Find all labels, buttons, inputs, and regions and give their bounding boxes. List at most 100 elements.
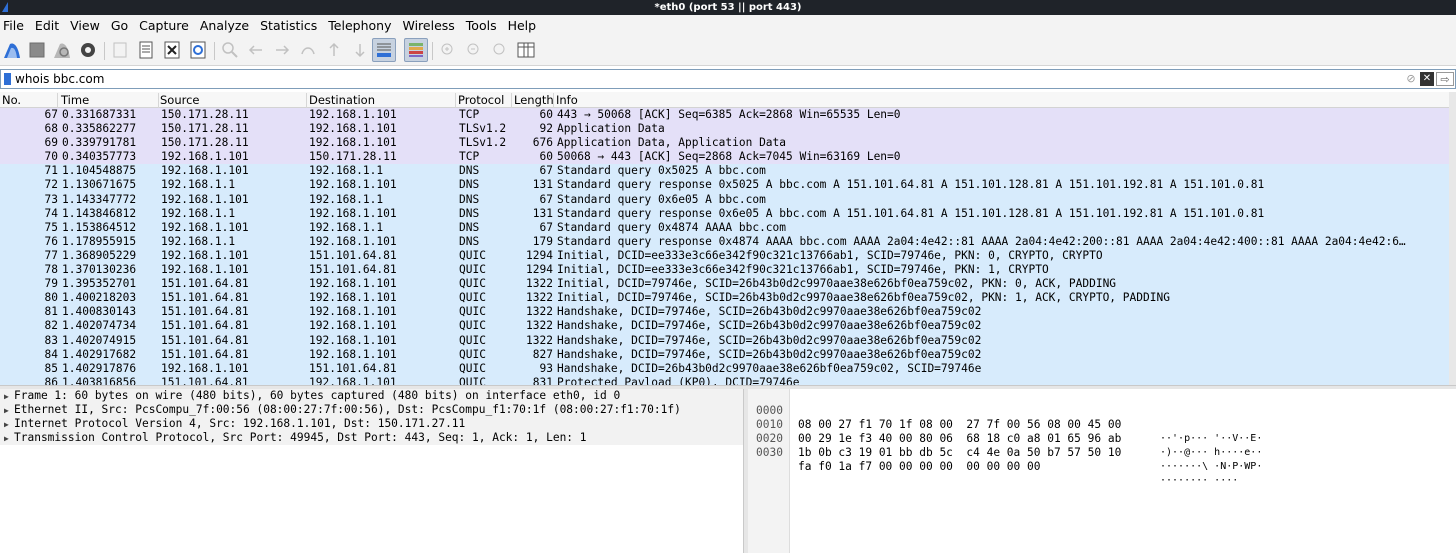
packet-row[interactable]: 68 0.335862277 150.171.28.11 192.168.1.101 T…: [0, 122, 1456, 137]
packet-bytes-pane: 0000 08 00 27 f1 70 1f 08 00 27 7f 00 56…: [748, 389, 1456, 553]
packet-protocol-cell: QUIC: [459, 263, 486, 277]
save-file-icon[interactable]: [136, 40, 156, 60]
packet-info-cell: Handshake, DCID=79746e, SCID=26b43b0d2c9…: [557, 305, 982, 319]
menu-file[interactable]: File: [3, 18, 24, 33]
autoscroll-icon[interactable]: [372, 38, 396, 62]
packet-row[interactable]: 69 0.339791781 150.171.28.11 192.168.1.101 T…: [0, 136, 1456, 151]
packet-protocol-cell: QUIC: [459, 277, 486, 291]
bookmark-icon[interactable]: [4, 73, 11, 85]
colorize-icon[interactable]: [404, 38, 428, 62]
normal-size-icon[interactable]: [490, 40, 510, 60]
menu-wireless[interactable]: Wireless: [402, 18, 454, 33]
column-header-length[interactable]: Length: [512, 93, 554, 108]
packet-row[interactable]: 75 1.153864512 192.168.1.101 192.168.1.1 DNS…: [0, 220, 1456, 235]
bytes-row[interactable]: 0020 1b 0b c3 19 01 bb db 5c c4 4e 0a 50…: [748, 418, 1448, 472]
packet-row[interactable]: 80 1.400218203 151.101.64.81 192.168.1.101 Q…: [0, 291, 1456, 306]
details-row-frame[interactable]: ▶ Frame 1: 60 bytes on wire (480 bits), 6…: [0, 389, 743, 403]
menu-tools[interactable]: Tools: [466, 18, 497, 33]
close-filter-icon[interactable]: ✕: [1420, 72, 1434, 86]
packet-info-cell: Handshake, DCID=79746e, SCID=26b43b0d2c9…: [557, 319, 982, 333]
first-packet-icon[interactable]: [324, 40, 344, 60]
column-header-no[interactable]: No.: [0, 93, 58, 108]
last-packet-icon[interactable]: [350, 40, 370, 60]
capture-options-icon[interactable]: [78, 40, 98, 60]
zoom-in-icon[interactable]: [438, 40, 458, 60]
bytes-row[interactable]: 0000 08 00 27 f1 70 1f 08 00 27 7f 00 56…: [748, 390, 1448, 444]
expand-arrow-icon[interactable]: ▶: [4, 390, 14, 404]
packet-time-cell: 1.395352701: [62, 277, 137, 291]
close-file-icon[interactable]: [162, 40, 182, 60]
packet-info-cell: Standard query response 0x4874 AAAA bbc.…: [557, 234, 1406, 248]
packet-no-cell: 67: [44, 108, 58, 121]
packet-time-cell: 1.402917876: [62, 361, 137, 375]
restart-capture-icon[interactable]: [52, 40, 72, 60]
details-row-ethernet[interactable]: ▶ Ethernet II, Src: PcsCompu_7f:00:56 (08…: [0, 403, 743, 417]
bytes-row[interactable]: 0010 00 29 1e f3 40 00 80 06 68 18 c0 a8…: [748, 404, 1448, 458]
column-header-destination[interactable]: Destination: [307, 93, 456, 108]
column-header-info[interactable]: Info: [554, 93, 1449, 108]
start-capture-icon[interactable]: [2, 40, 22, 60]
column-header-source[interactable]: Source: [158, 93, 307, 108]
expand-arrow-icon[interactable]: ▶: [4, 432, 14, 446]
packet-row[interactable]: 79 1.395352701 151.101.64.81 192.168.1.101 Q…: [0, 277, 1456, 292]
expand-arrow-icon[interactable]: ▶: [4, 418, 14, 432]
packet-info-cell: Application Data: [557, 122, 665, 136]
bytes-row[interactable]: 0030 fa f0 1a f7 00 00 00 00 00 00 00 00…: [748, 432, 1448, 486]
packet-row[interactable]: 84 1.402917682 151.101.64.81 192.168.1.101 Q…: [0, 347, 1456, 362]
display-filter-input[interactable]: whois bbc.com: [15, 72, 104, 86]
menu-go[interactable]: Go: [111, 18, 128, 33]
main-toolbar: [0, 36, 1456, 66]
packet-destination-cell: 151.101.64.81: [309, 361, 397, 375]
expand-arrow-icon[interactable]: ▶: [4, 404, 14, 418]
packet-row[interactable]: 81 1.400830143 151.101.64.81 192.168.1.101 Q…: [0, 305, 1456, 320]
packet-row[interactable]: 73 1.143347772 192.168.1.101 192.168.1.1 DNS…: [0, 192, 1456, 207]
packet-row[interactable]: 76 1.178955915 192.168.1.1 192.168.1.101 DNS…: [0, 234, 1456, 249]
packet-row[interactable]: 83 1.402074915 151.101.64.81 192.168.1.101 Q…: [0, 333, 1456, 348]
go-to-packet-icon[interactable]: [298, 40, 318, 60]
reload-file-icon[interactable]: [188, 40, 208, 60]
menu-capture[interactable]: Capture: [139, 18, 189, 33]
menu-telephony[interactable]: Telephony: [328, 18, 391, 33]
menu-view[interactable]: View: [70, 18, 100, 33]
menu-analyze[interactable]: Analyze: [200, 18, 249, 33]
go-forward-icon[interactable]: [272, 40, 292, 60]
packet-destination-cell: 192.168.1.101: [309, 136, 397, 150]
stop-capture-icon[interactable]: [27, 40, 47, 60]
window-titlebar: *eth0 (port 53 || port 443): [0, 0, 1456, 15]
packet-source-cell: 192.168.1.1: [161, 206, 236, 220]
menu-help[interactable]: Help: [508, 18, 537, 33]
details-row-tcp[interactable]: ▶ Transmission Control Protocol, Src Port…: [0, 431, 743, 445]
packet-row[interactable]: 77 1.368905229 192.168.1.101 151.101.64.81 Q…: [0, 248, 1456, 264]
packet-row[interactable]: 70 0.340357773 192.168.1.101 150.171.28.11 T…: [0, 150, 1456, 165]
packet-row[interactable]: 86 1.403816856 151.101.64.81 192.168.1.101 Q…: [0, 375, 1456, 385]
column-header-protocol[interactable]: Protocol: [456, 93, 512, 108]
apply-filter-icon[interactable]: ⇨: [1436, 72, 1454, 86]
details-row-ipv4[interactable]: ▶ Internet Protocol Version 4, Src: 192.1…: [0, 417, 743, 431]
clear-filter-icon[interactable]: ⊘: [1404, 72, 1418, 86]
display-filter-bar[interactable]: whois bbc.com ⊘ ✕ ⇨: [0, 69, 1456, 89]
packet-no-cell: 82: [44, 319, 58, 333]
packet-destination-cell: 192.168.1.101: [309, 206, 397, 220]
packet-row[interactable]: 74 1.143846812 192.168.1.1 192.168.1.101 DNS…: [0, 206, 1456, 221]
find-packet-icon[interactable]: [220, 40, 240, 60]
menu-statistics[interactable]: Statistics: [260, 18, 317, 33]
packet-row[interactable]: 67 0.331687331 150.171.28.11 192.168.1.101 T…: [0, 108, 1456, 123]
packet-source-cell: 192.168.1.101: [161, 164, 249, 178]
go-back-icon[interactable]: [246, 40, 266, 60]
packet-row[interactable]: 72 1.130671675 192.168.1.1 192.168.1.101 DNS…: [0, 178, 1456, 193]
packet-row[interactable]: 71 1.104548875 192.168.1.101 192.168.1.1 DNS…: [0, 164, 1456, 179]
packet-row[interactable]: 82 1.402074734 151.101.64.81 192.168.1.101 Q…: [0, 319, 1456, 334]
menu-edit[interactable]: Edit: [35, 18, 59, 33]
open-file-icon[interactable]: [110, 40, 130, 60]
packet-length-cell: 67: [539, 192, 553, 206]
packet-source-cell: 192.168.1.1: [161, 178, 236, 192]
packet-protocol-cell: TLSv1.2: [459, 136, 507, 150]
zoom-out-icon[interactable]: [464, 40, 484, 60]
resize-columns-icon[interactable]: [516, 40, 536, 60]
column-header-time[interactable]: Time: [59, 93, 159, 108]
packet-list-scrollbar[interactable]: [1449, 92, 1456, 385]
packet-row[interactable]: 78 1.370130236 192.168.1.101 151.101.64.81 Q…: [0, 263, 1456, 278]
packet-source-cell: 151.101.64.81: [161, 305, 249, 319]
packet-row[interactable]: 85 1.402917876 192.168.1.101 151.101.64.81 Q…: [0, 361, 1456, 376]
packet-length-cell: 92: [539, 122, 553, 136]
